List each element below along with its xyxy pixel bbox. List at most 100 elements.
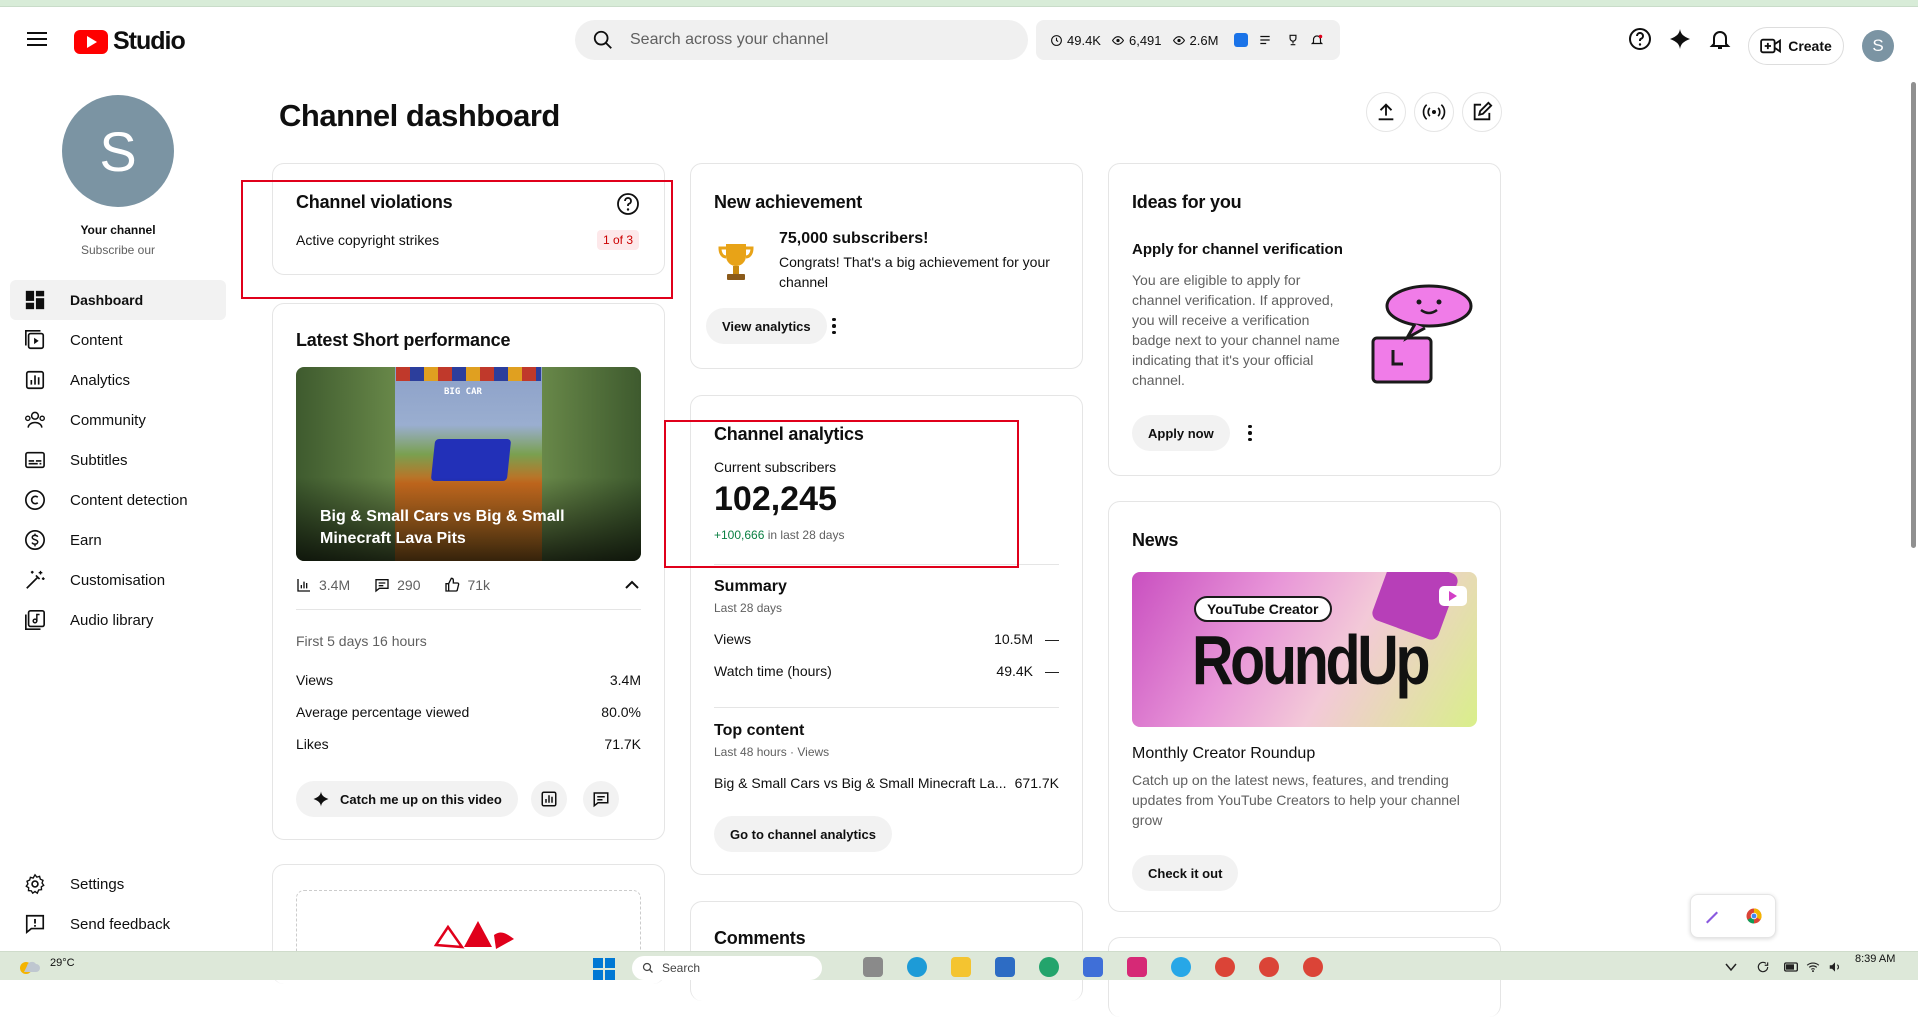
go-live-button[interactable] (1414, 92, 1454, 132)
sidebar-item-customisation[interactable]: Customisation (10, 560, 226, 600)
latest-short-title: Latest Short performance (296, 330, 511, 350)
short-thumbnail[interactable]: BIG CAR Big & Small Cars vs Big & Small … (296, 367, 641, 561)
sidebar-item-community[interactable]: Community (10, 400, 226, 440)
sidebar-item-subtitles[interactable]: Subtitles (10, 440, 226, 480)
metric-label: Views (296, 672, 334, 688)
chrome-icon[interactable] (1259, 957, 1279, 977)
sidebar-item-audio-library[interactable]: Audio library (10, 600, 226, 640)
sidebar-item-label: Settings (70, 875, 125, 893)
sidebar-item-settings[interactable]: Settings (10, 864, 226, 904)
short-metric-row: Views 3.4M (296, 672, 641, 688)
ideas-card: Ideas for you Apply for channel verifica… (1108, 163, 1501, 476)
wifi-icon[interactable] (1806, 960, 1820, 974)
realtime-stats-bar[interactable]: 49.4K 6,491 2.6M (1036, 20, 1340, 60)
news-title: News (1132, 530, 1179, 550)
top-content-title: Top content (714, 722, 805, 739)
chevron-up-icon[interactable] (1725, 962, 1737, 972)
speaker-icon[interactable] (1828, 960, 1842, 974)
file-explorer-icon[interactable] (951, 957, 971, 977)
create-button[interactable]: Create (1748, 27, 1844, 65)
magic-wand-icon (24, 569, 46, 591)
summary-trend: — (1045, 663, 1059, 679)
notifications-button[interactable] (1703, 22, 1737, 56)
create-post-button[interactable] (1462, 92, 1502, 132)
short-analytics-button[interactable] (531, 781, 567, 817)
analytics-icon (541, 791, 557, 807)
trophy-icon (718, 244, 754, 280)
summary-title: Summary (714, 578, 787, 595)
weather-icon[interactable] (16, 958, 40, 978)
upload-video-button[interactable] (1366, 92, 1406, 132)
gemini-button[interactable] (1663, 22, 1697, 56)
upload-icon (1378, 103, 1394, 121)
views-total-stat: 2.6M (1172, 33, 1218, 48)
short-comments-button[interactable] (583, 781, 619, 817)
short-likes: 71k (467, 577, 491, 593)
search-bar[interactable] (575, 20, 1028, 60)
more-options-button[interactable] (824, 316, 844, 336)
battery-icon[interactable] (1784, 960, 1800, 974)
sidebar-item-earn[interactable]: Earn (10, 520, 226, 560)
bell-alert-icon[interactable] (1310, 33, 1324, 47)
page-title: Channel dashboard (279, 98, 560, 133)
youtube-logo-icon (74, 29, 108, 54)
short-period: First 5 days 16 hours (296, 633, 427, 649)
windows-start-icon[interactable] (593, 958, 615, 980)
app-icon[interactable] (1083, 957, 1103, 977)
hamburger-menu-button[interactable] (22, 28, 52, 52)
metric-value: 71.7K (604, 736, 641, 752)
youtube-studio-logo[interactable]: Studio (74, 27, 186, 56)
short-metric-row: Likes 71.7K (296, 736, 641, 752)
short-comments: 290 (397, 577, 421, 593)
more-options-button[interactable] (1240, 423, 1260, 443)
short-metric-row: Average percentage viewed 80.0% (296, 704, 641, 720)
summary-value: 49.4K (996, 663, 1033, 679)
youtube-play-icon (1439, 586, 1467, 606)
trophy-small-icon[interactable] (1286, 33, 1300, 47)
sidebar-item-dashboard[interactable]: Dashboard (10, 280, 226, 320)
sidebar-item-send-feedback[interactable]: Send feedback (10, 904, 226, 944)
summary-label: Watch time (hours) (714, 663, 832, 679)
help-button[interactable] (1623, 22, 1657, 56)
check-it-out-button[interactable]: Check it out (1132, 855, 1239, 891)
catch-me-up-button[interactable]: Catch me up on this video (296, 781, 518, 817)
audio-library-icon (24, 609, 46, 631)
search-icon (642, 962, 653, 973)
summary-trend: — (1045, 631, 1059, 647)
view-analytics-button[interactable]: View analytics (706, 308, 827, 344)
short-video-title: Big & Small Cars vs Big & Small Minecraf… (320, 508, 565, 547)
extension-icon[interactable] (1234, 33, 1249, 47)
divider (296, 609, 641, 610)
taskbar-search[interactable]: Search (632, 956, 822, 980)
list-icon[interactable] (1258, 33, 1272, 47)
clock-icon (1051, 34, 1062, 46)
instagram-icon[interactable] (1127, 957, 1147, 977)
channel-avatar[interactable]: S (62, 95, 174, 207)
store-icon[interactable] (995, 957, 1015, 977)
pen-icon[interactable] (1703, 907, 1721, 925)
news-banner[interactable]: YouTube Creator RoundUp (1132, 572, 1477, 727)
floating-extension-widget[interactable] (1690, 894, 1776, 938)
short-stats-row: 3.4M 290 71k (296, 577, 490, 593)
sidebar-item-analytics[interactable]: Analytics (10, 360, 226, 400)
go-to-analytics-button[interactable]: Go to channel analytics (714, 816, 892, 852)
top-content-row[interactable]: Big & Small Cars vs Big & Small Minecraf… (714, 775, 1059, 791)
scrollbar-thumb[interactable] (1911, 82, 1916, 548)
chrome-icon[interactable] (1745, 907, 1763, 925)
search-input[interactable] (630, 31, 990, 49)
apply-now-button[interactable]: Apply now (1132, 415, 1230, 451)
summary-label: Views (714, 631, 752, 647)
edge-icon[interactable] (907, 957, 927, 977)
account-avatar[interactable]: S (1862, 30, 1894, 62)
telegram-icon[interactable] (1171, 957, 1191, 977)
broadcast-icon (1422, 104, 1446, 120)
chrome-icon[interactable] (1215, 957, 1235, 977)
chevron-up-icon[interactable] (625, 580, 639, 590)
latest-short-card: Latest Short performance BIG CAR Big & S… (272, 303, 665, 840)
sidebar-item-content-detection[interactable]: Content detection (10, 480, 226, 520)
task-view-icon[interactable] (863, 957, 883, 977)
sidebar-item-content[interactable]: Content (10, 320, 226, 360)
chrome-icon[interactable] (1303, 957, 1323, 977)
chatgpt-icon[interactable] (1039, 957, 1059, 977)
refresh-icon[interactable] (1756, 960, 1770, 974)
